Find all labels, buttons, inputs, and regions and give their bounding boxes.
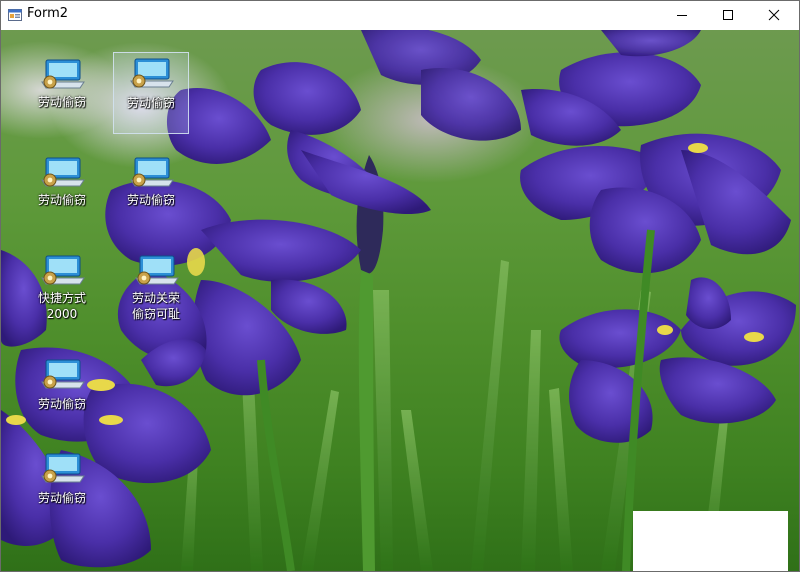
desktop-icon-label: 劳动偷窃 [126, 96, 175, 110]
desktop-icon-label: 劳动偷窃 [37, 397, 86, 411]
shortcut-app-icon [130, 157, 174, 187]
window-title: Form2 [27, 6, 69, 21]
desktop-icon-5[interactable]: 快捷方式 2000 [25, 250, 99, 330]
shortcut-app-icon [41, 453, 85, 483]
minimize-button[interactable] [659, 1, 705, 29]
desktop-icon-1[interactable]: 劳动偷窃 [25, 54, 99, 138]
maximize-icon [723, 10, 733, 20]
desktop-icon-label: 快捷方式 2000 [37, 291, 86, 321]
maximize-button[interactable] [705, 1, 751, 29]
shortcut-app-icon [41, 157, 85, 187]
desktop-icon-label: 劳动偷窃 [126, 193, 175, 207]
desktop-icon-6[interactable]: 劳动关荣 偷窃可耻 [118, 250, 194, 330]
desktop-icon-label: 劳动偷窃 [37, 95, 86, 109]
desktop-icon-label: 劳动偷窃 [37, 193, 86, 207]
blank-panel [633, 511, 788, 571]
desktop-icon-7[interactable]: 劳动偷窃 [25, 354, 99, 414]
form-client-area: 劳动偷窃 劳动偷窃 劳动偷窃 劳动偷窃 快捷方式 2000 劳动关荣 偷窃可耻 … [1, 30, 799, 571]
desktop-icon-label: 劳动偷窃 [37, 491, 86, 505]
shortcut-app-icon [41, 359, 85, 389]
close-icon [768, 9, 780, 21]
desktop-icon-label: 劳动关荣 偷窃可耻 [131, 291, 180, 321]
shortcut-app-icon [135, 255, 179, 285]
desktop-icon-4[interactable]: 劳动偷窃 [114, 152, 188, 212]
shortcut-app-icon [41, 59, 85, 89]
desktop-icon-2[interactable]: 劳动偷窃 [113, 52, 189, 134]
close-button[interactable] [751, 1, 797, 29]
form2-window: Form2 劳动偷窃 劳动偷窃 劳动偷窃 劳动偷窃 快捷方式 2000 劳动关荣… [0, 0, 800, 572]
app-form-icon [8, 9, 22, 21]
shortcut-app-icon [41, 255, 85, 285]
title-bar[interactable]: Form2 [1, 1, 799, 29]
desktop-icon-8[interactable]: 劳动偷窃 [25, 448, 99, 508]
desktop-icon-3[interactable]: 劳动偷窃 [25, 152, 99, 212]
minimize-icon [677, 15, 687, 16]
shortcut-app-icon [130, 58, 174, 88]
